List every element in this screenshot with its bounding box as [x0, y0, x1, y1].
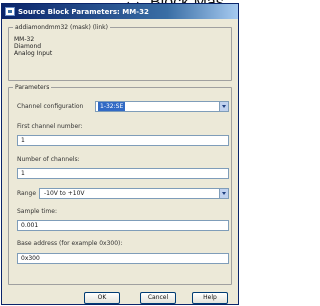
chevron-down-icon[interactable] — [219, 189, 228, 198]
window-title: Source Block Parameters: MM-32 — [18, 7, 149, 16]
num-channels-label: Number of channels: — [17, 156, 80, 163]
chevron-down-icon[interactable] — [219, 102, 228, 111]
parameters-group: Parameters Channel configuration 1-32:SE… — [8, 84, 232, 285]
ok-button[interactable]: OK — [84, 292, 120, 304]
channel-configuration-label: Channel configuration — [17, 103, 84, 110]
channel-configuration-value: 1-32:SE — [98, 102, 126, 111]
cancel-button[interactable]: Cancel — [140, 292, 176, 304]
dialog-window: Source Block Parameters: MM-32 addiamond… — [1, 3, 239, 305]
channel-configuration-select[interactable]: 1-32:SE — [95, 101, 229, 112]
title-bar[interactable]: Source Block Parameters: MM-32 — [2, 4, 238, 19]
mask-description-line-3: Analog Input — [14, 50, 53, 57]
base-address-label: Base address (for example 0x300): — [17, 240, 123, 247]
mask-group: addiamondmm32 (mask) (link) MM-32 Diamon… — [8, 24, 232, 81]
range-select[interactable]: -10V to +10V — [39, 188, 229, 199]
first-channel-field[interactable]: 1 — [17, 135, 229, 146]
sample-time-label: Sample time: — [17, 208, 57, 215]
mask-legend: addiamondmm32 (mask) (link) — [13, 24, 110, 31]
range-label: Range — [17, 190, 37, 197]
mask-description-line-1: MM-32 — [14, 36, 35, 43]
mask-description-line-2: Diamond — [14, 43, 42, 50]
range-value: -10V to +10V — [44, 190, 85, 197]
first-channel-label: First channel number: — [17, 123, 83, 130]
sample-time-field[interactable]: 0.001 — [17, 220, 229, 231]
num-channels-field[interactable]: 1 — [17, 168, 229, 179]
parameters-legend: Parameters — [13, 84, 52, 91]
window-icon — [5, 7, 15, 16]
help-button[interactable]: Help — [192, 292, 228, 304]
base-address-field[interactable]: 0x300 — [17, 253, 229, 264]
